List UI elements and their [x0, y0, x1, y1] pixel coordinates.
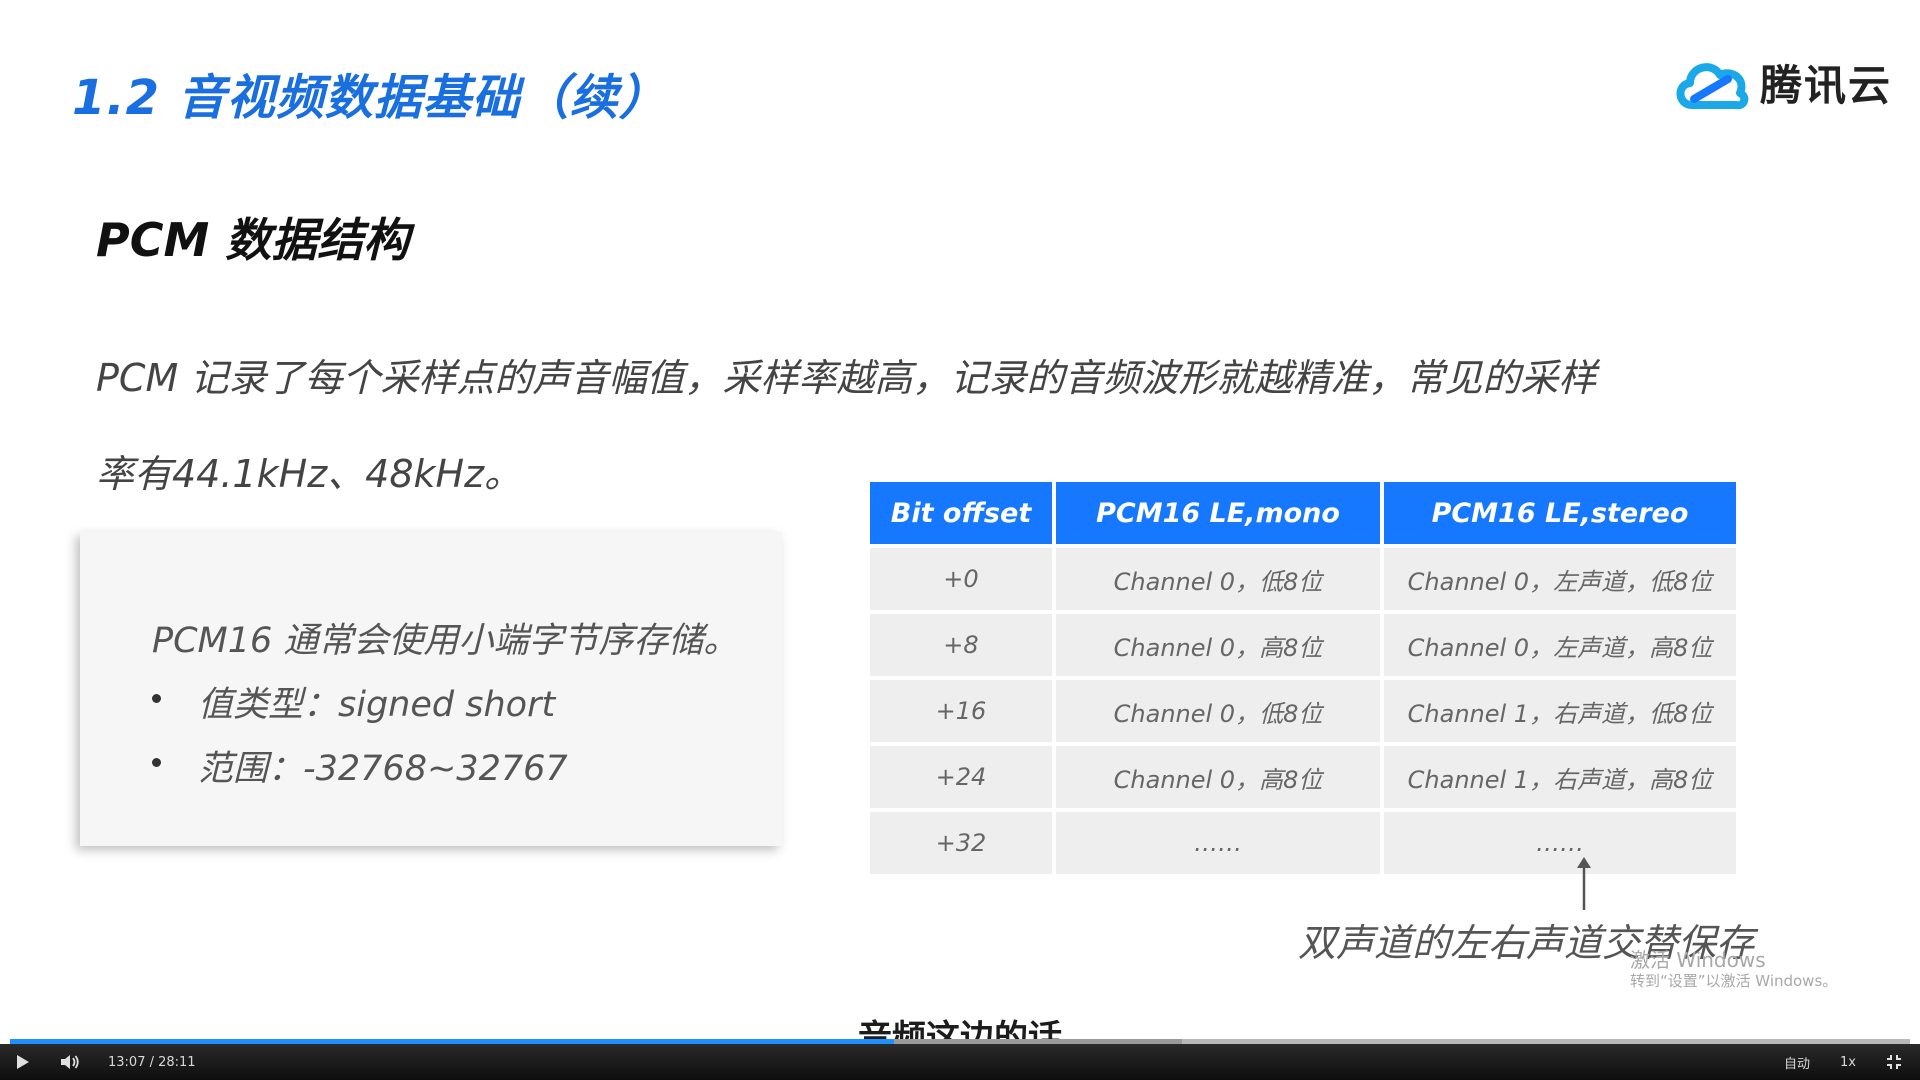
table-cell: Channel 0，左声道，高8位 [1384, 614, 1736, 676]
player-controls: 13:07 / 28:11 自动 1x [0, 1044, 1920, 1080]
fullscreen-button[interactable] [1886, 1044, 1902, 1080]
bullet-icon [152, 694, 161, 703]
table-cell: Channel 0，高8位 [1056, 614, 1380, 676]
slide-title: 1.2 音视频数据基础（续） [72, 70, 668, 126]
quality-selector[interactable]: 自动 [1784, 1044, 1810, 1080]
table-row: +24 Channel 0，高8位 Channel 1，右声道，高8位 [870, 746, 1736, 808]
table-header-cell: PCM16 LE,stereo [1384, 482, 1736, 544]
table-cell: Channel 0，低8位 [1056, 548, 1380, 610]
list-item: 范围：-32768~32767 [152, 740, 568, 804]
table-row: +16 Channel 0，低8位 Channel 1，右声道，低8位 [870, 680, 1736, 742]
activation-watermark-subtitle: 转到“设置”以激活 Windows。 [1630, 972, 1838, 990]
table-header-cell: PCM16 LE,mono [1056, 482, 1380, 544]
table-cell: +0 [870, 548, 1052, 610]
info-list: 值类型：signed short 范围：-32768~32767 [152, 676, 568, 804]
fullscreen-exit-icon [1887, 1055, 1901, 1069]
play-icon [17, 1055, 29, 1069]
brand-name: 腾讯云 [1760, 61, 1893, 110]
playback-time: 13:07 / 28:11 [108, 1054, 196, 1070]
slide: 1.2 音视频数据基础（续） 腾讯云 PCM 数据结构 PCM 记录了每个采样点… [0, 0, 1920, 1040]
play-button[interactable] [16, 1044, 30, 1080]
bullet-icon [152, 758, 161, 767]
pcm-table: Bit offset PCM16 LE,mono PCM16 LE,stereo… [866, 478, 1740, 878]
volume-button[interactable] [60, 1044, 80, 1080]
table-header-cell: Bit offset [870, 482, 1052, 544]
section-heading: PCM 数据结构 [96, 213, 410, 267]
paragraph-line: PCM 记录了每个采样点的声音幅值，采样率越高，记录的音频波形就越精准，常见的采… [96, 356, 1597, 400]
table-cell: +8 [870, 614, 1052, 676]
info-box: PCM16 通常会使用小端字节序存储。 值类型：signed short 范围：… [80, 532, 782, 846]
table-cell: …… [1384, 812, 1736, 874]
table-cell: +24 [870, 746, 1052, 808]
table-row: +32 …… …… [870, 812, 1736, 874]
activation-watermark-title: 激活 Windows [1630, 948, 1766, 972]
table-cell: +16 [870, 680, 1052, 742]
list-item-text: 值类型：signed short [198, 685, 556, 725]
table-cell: Channel 0，高8位 [1056, 746, 1380, 808]
table-cell: Channel 1，右声道，低8位 [1384, 680, 1736, 742]
up-arrow-icon [1577, 857, 1591, 910]
table-cell: Channel 1，右声道，高8位 [1384, 746, 1736, 808]
brand-logo: 腾讯云 [1672, 52, 1892, 113]
info-box-heading: PCM16 通常会使用小端字节序存储。 [152, 621, 739, 661]
list-item-text: 范围：-32768~32767 [198, 749, 568, 789]
cloud-icon [1676, 62, 1749, 109]
table-header-row: Bit offset PCM16 LE,mono PCM16 LE,stereo [870, 482, 1736, 544]
table-cell: Channel 0，左声道，低8位 [1384, 548, 1736, 610]
speed-selector[interactable]: 1x [1840, 1044, 1856, 1080]
list-item: 值类型：signed short [152, 676, 568, 740]
table-row: +0 Channel 0，低8位 Channel 0，左声道，低8位 [870, 548, 1736, 610]
table-cell: …… [1056, 812, 1380, 874]
table-cell: +32 [870, 812, 1052, 874]
volume-icon [61, 1055, 79, 1069]
table-cell: Channel 0，低8位 [1056, 680, 1380, 742]
table-row: +8 Channel 0，高8位 Channel 0，左声道，高8位 [870, 614, 1736, 676]
